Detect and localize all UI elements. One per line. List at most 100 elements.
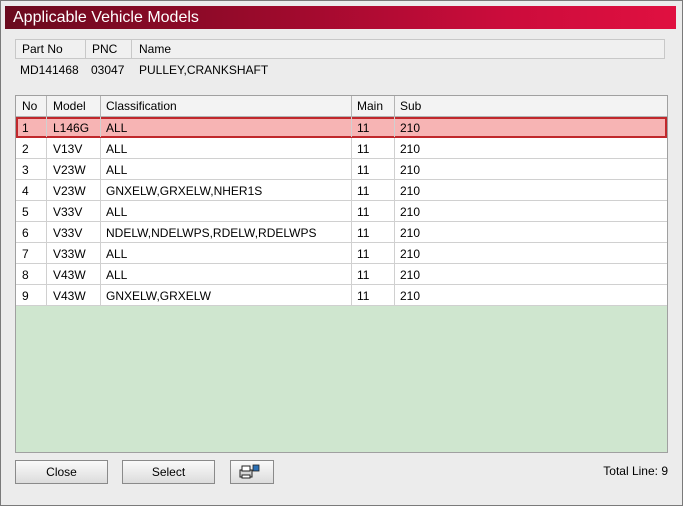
cell-main: 11 <box>357 184 370 198</box>
header-divider <box>131 40 132 58</box>
cell-sub: 210 <box>400 268 421 282</box>
cell-no: 3 <box>22 163 29 177</box>
col-model-header[interactable]: Model <box>53 99 86 113</box>
cell-classification: ALL <box>106 268 128 282</box>
cell-sub: 210 <box>400 226 421 240</box>
table-header: No Model Classification Main Sub <box>16 96 667 117</box>
cell-main: 11 <box>357 142 370 156</box>
select-button[interactable]: Select <box>122 460 215 484</box>
cell-classification: ALL <box>106 121 128 135</box>
table-row[interactable]: 7 V33W ALL 11 210 <box>16 243 667 264</box>
cell-divider <box>351 138 352 158</box>
cell-divider <box>100 285 101 305</box>
cell-classification: ALL <box>106 247 128 261</box>
table-row[interactable]: 5 V33V ALL 11 210 <box>16 201 667 222</box>
cell-sub: 210 <box>400 163 421 177</box>
total-line-label: Total Line: 9 <box>603 464 668 478</box>
col-no-header[interactable]: No <box>22 99 37 113</box>
table-row[interactable]: 9 V43W GNXELW,GRXELW 11 210 <box>16 285 667 306</box>
part-no-header: Part No <box>22 42 63 56</box>
name-header: Name <box>139 42 172 56</box>
col-classification-header[interactable]: Classification <box>106 99 177 113</box>
cell-divider <box>46 264 47 284</box>
cell-no: 2 <box>22 142 29 156</box>
cell-divider <box>46 159 47 179</box>
part-info-header: Part No PNC Name <box>15 39 665 59</box>
cell-divider <box>100 159 101 179</box>
cell-main: 11 <box>357 289 370 303</box>
cell-divider <box>100 180 101 200</box>
cell-divider <box>46 222 47 242</box>
cell-divider <box>394 285 395 305</box>
cell-divider <box>100 138 101 158</box>
cell-model: V33V <box>53 226 83 240</box>
table-row[interactable]: 2 V13V ALL 11 210 <box>16 138 667 159</box>
column-divider[interactable] <box>351 96 352 116</box>
cell-divider <box>394 201 395 221</box>
cell-divider <box>394 222 395 242</box>
title-bar[interactable]: Applicable Vehicle Models <box>5 6 676 29</box>
cell-main: 11 <box>357 268 370 282</box>
column-divider[interactable] <box>394 96 395 116</box>
table-row[interactable]: 6 V33V NDELW,NDELWPS,RDELW,RDELWPS 11 210 <box>16 222 667 243</box>
col-sub-header[interactable]: Sub <box>400 99 421 113</box>
col-main-header[interactable]: Main <box>357 99 383 113</box>
cell-divider <box>394 117 395 137</box>
cell-divider <box>100 264 101 284</box>
cell-model: V43W <box>53 268 86 282</box>
table-row[interactable]: 1 L146G ALL 11 210 <box>16 117 667 138</box>
cell-divider <box>46 138 47 158</box>
models-table: No Model Classification Main Sub 1 L146G A… <box>15 95 668 453</box>
cell-sub: 210 <box>400 205 421 219</box>
cell-divider <box>351 243 352 263</box>
cell-main: 11 <box>357 226 370 240</box>
cell-divider <box>100 117 101 137</box>
cell-main: 11 <box>357 121 370 135</box>
column-divider[interactable] <box>100 96 101 116</box>
pnc-value: 03047 <box>91 63 125 77</box>
cell-classification: NDELW,NDELWPS,RDELW,RDELWPS <box>106 226 317 240</box>
window-title: Applicable Vehicle Models <box>13 9 199 26</box>
cell-classification: GNXELW,GRXELW <box>106 289 211 303</box>
header-divider <box>85 40 86 58</box>
cell-no: 9 <box>22 289 29 303</box>
table-body: 1 L146G ALL 11 210 2 V13V ALL 11 210 3 V23W ALL 11 210… <box>16 117 667 306</box>
cell-classification: ALL <box>106 142 128 156</box>
cell-divider <box>46 117 47 137</box>
cell-sub: 210 <box>400 121 421 135</box>
table-row[interactable]: 8 V43W ALL 11 210 <box>16 264 667 285</box>
cell-divider <box>351 285 352 305</box>
cell-divider <box>394 264 395 284</box>
cell-main: 11 <box>357 163 370 177</box>
cell-divider <box>351 180 352 200</box>
cell-main: 11 <box>357 247 370 261</box>
cell-divider <box>394 243 395 263</box>
cell-no: 6 <box>22 226 29 240</box>
cell-divider <box>46 180 47 200</box>
cell-sub: 210 <box>400 289 421 303</box>
cell-divider <box>394 159 395 179</box>
name-value: PULLEY,CRANKSHAFT <box>139 63 269 77</box>
cell-divider <box>351 222 352 242</box>
printer-icon <box>239 464 260 479</box>
cell-model: V43W <box>53 289 86 303</box>
cell-classification: ALL <box>106 163 128 177</box>
cell-sub: 210 <box>400 142 421 156</box>
table-row[interactable]: 4 V23W GNXELW,GRXELW,NHER1S 11 210 <box>16 180 667 201</box>
applicable-models-window: Applicable Vehicle Models Part No PNC Na… <box>0 0 683 506</box>
pnc-header: PNC <box>92 42 118 56</box>
cell-divider <box>394 138 395 158</box>
table-row[interactable]: 3 V23W ALL 11 210 <box>16 159 667 180</box>
cell-main: 11 <box>357 205 370 219</box>
part-no-value: MD141468 <box>20 63 79 77</box>
cell-model: V33V <box>53 205 83 219</box>
cell-model: V33W <box>53 247 86 261</box>
cell-no: 4 <box>22 184 29 198</box>
cell-no: 7 <box>22 247 29 261</box>
part-info-panel: Part No PNC Name MD141468 03047 PULLEY,C… <box>15 39 665 91</box>
cell-divider <box>100 201 101 221</box>
column-divider[interactable] <box>46 96 47 116</box>
close-button[interactable]: Close <box>15 460 108 484</box>
cell-divider <box>100 243 101 263</box>
cell-classification: GNXELW,GRXELW,NHER1S <box>106 184 263 198</box>
